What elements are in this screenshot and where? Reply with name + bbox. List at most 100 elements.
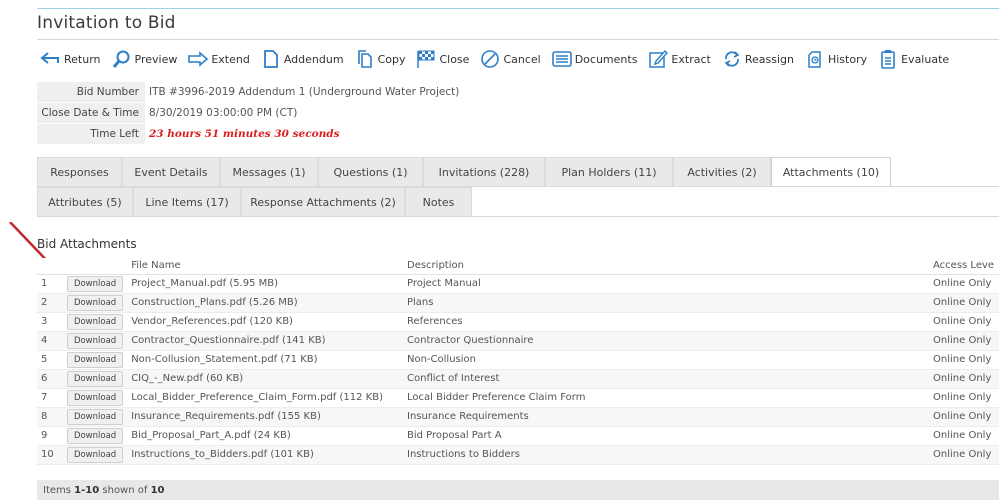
close-date-row: Close Date & Time 8/30/2019 03:00:00 PM … [37, 102, 459, 123]
download-cell: Download [62, 350, 128, 370]
copy-icon [354, 48, 376, 70]
pagination-footer: Items 1-10 shown of 10 [37, 480, 999, 500]
documents-button[interactable]: Documents [551, 48, 638, 70]
addendum-label: Addendum [283, 52, 344, 66]
page-title: Invitation to Bid [37, 13, 176, 33]
tab-row-spacer [472, 187, 999, 216]
cancel-label: Cancel [503, 52, 541, 66]
close-button[interactable]: Close [415, 48, 469, 70]
table-row: 1 Download Project_Manual.pdf (5.95 MB) … [37, 274, 999, 294]
extract-button[interactable]: Extract [647, 48, 711, 70]
access-level: Online Only [929, 350, 999, 370]
preview-label: Preview [134, 52, 178, 66]
download-button[interactable]: Download [66, 408, 124, 425]
return-label: Return [64, 52, 101, 66]
download-cell: Download [62, 312, 128, 332]
tab-row-1: Responses Event Details Messages (1) Que… [37, 157, 999, 187]
download-header [62, 258, 128, 275]
download-button[interactable]: Download [66, 427, 124, 444]
tabs: Responses Event Details Messages (1) Que… [37, 157, 999, 217]
reassign-icon [721, 48, 743, 70]
file-name: CIQ_-_New.pdf (60 KB) [127, 369, 403, 389]
evaluate-button[interactable]: Evaluate [877, 48, 949, 70]
tab-response-attachments[interactable]: Response Attachments (2) [241, 187, 405, 216]
tab-plan-holders[interactable]: Plan Holders (11) [545, 157, 673, 186]
row-number: 8 [37, 407, 63, 427]
table-row: 6 Download CIQ_-_New.pdf (60 KB) Conflic… [37, 369, 999, 389]
tab-questions[interactable]: Questions (1) [318, 157, 423, 186]
time-left-label: Time Left [37, 123, 145, 144]
description: Instructions to Bidders [403, 445, 930, 465]
preview-button[interactable]: Preview [111, 48, 178, 70]
access-level: Online Only [929, 274, 999, 294]
title-rule [37, 39, 999, 40]
download-button[interactable]: Download [66, 446, 124, 463]
tab-activities[interactable]: Activities (2) [673, 157, 771, 186]
tab-event-details[interactable]: Event Details [122, 157, 220, 186]
row-number: 6 [37, 369, 63, 389]
description-header: Description [403, 258, 930, 275]
file-name: Insurance_Requirements.pdf (155 KB) [127, 407, 403, 427]
edit-icon [647, 48, 669, 70]
download-button[interactable]: Download [66, 351, 124, 368]
row-number: 2 [37, 293, 63, 313]
footer-middle: shown of [102, 484, 148, 496]
access-level-header: Access Leve [929, 258, 999, 275]
tab-messages[interactable]: Messages (1) [220, 157, 318, 186]
download-button[interactable]: Download [66, 294, 124, 311]
extend-button[interactable]: Extend [187, 48, 250, 70]
magnifier-icon [111, 48, 133, 70]
bid-number-value: ITB #3996-2019 Addendum 1 (Underground W… [149, 85, 460, 98]
file-name: Instructions_to_Bidders.pdf (101 KB) [127, 445, 403, 465]
copy-button[interactable]: Copy [354, 48, 405, 70]
clipboard-icon [877, 48, 899, 70]
section-title: Bid Attachments [37, 237, 137, 251]
history-button[interactable]: History [804, 48, 867, 70]
reassign-button[interactable]: Reassign [721, 48, 794, 70]
file-name: Project_Manual.pdf (5.95 MB) [127, 274, 403, 294]
num-header [37, 258, 63, 275]
tab-row-spacer [891, 157, 999, 186]
tab-responses[interactable]: Responses [37, 157, 122, 186]
evaluate-label: Evaluate [901, 52, 950, 66]
bid-number-row: Bid Number ITB #3996-2019 Addendum 1 (Un… [37, 81, 459, 102]
documents-label: Documents [574, 52, 638, 66]
download-cell: Download [62, 445, 128, 465]
table-row: 9 Download Bid_Proposal_Part_A.pdf (24 K… [37, 426, 999, 446]
file-name: Non-Collusion_Statement.pdf (71 KB) [127, 350, 403, 370]
right-arrow-icon [187, 48, 209, 70]
tab-invitations[interactable]: Invitations (228) [423, 157, 545, 186]
download-button[interactable]: Download [66, 313, 124, 330]
download-button[interactable]: Download [66, 370, 124, 387]
footer-range: 1-10 [74, 484, 100, 496]
table-row: 7 Download Local_Bidder_Preference_Claim… [37, 388, 999, 408]
attachments-table: File Name Description Access Leve 1 Down… [37, 258, 999, 465]
access-level: Online Only [929, 331, 999, 351]
download-cell: Download [62, 331, 128, 351]
file-name: Bid_Proposal_Part_A.pdf (24 KB) [127, 426, 403, 446]
close-label: Close [439, 52, 470, 66]
close-date-value: 8/30/2019 03:00:00 PM (CT) [149, 106, 298, 119]
download-button[interactable]: Download [66, 389, 124, 406]
tab-attributes[interactable]: Attributes (5) [37, 187, 133, 216]
cancel-button[interactable]: Cancel [479, 48, 541, 70]
row-number: 9 [37, 426, 63, 446]
download-button[interactable]: Download [66, 275, 124, 292]
download-button[interactable]: Download [66, 332, 124, 349]
description: Conflict of Interest [403, 369, 930, 389]
description: Contractor Questionnaire [403, 331, 930, 351]
footer-total: 10 [150, 484, 165, 496]
tab-line-items[interactable]: Line Items (17) [133, 187, 241, 216]
description: Insurance Requirements [403, 407, 930, 427]
tab-notes[interactable]: Notes [405, 187, 472, 216]
close-date-label: Close Date & Time [37, 102, 145, 123]
reassign-label: Reassign [744, 52, 794, 66]
addendum-button[interactable]: Addendum [260, 48, 344, 70]
description: Local Bidder Preference Claim Form [403, 388, 930, 408]
tab-attachments[interactable]: Attachments (10) [771, 157, 891, 186]
access-level: Online Only [929, 369, 999, 389]
download-cell: Download [62, 369, 128, 389]
return-button[interactable]: Return [40, 48, 101, 70]
row-number: 5 [37, 350, 63, 370]
extract-label: Extract [671, 52, 711, 66]
